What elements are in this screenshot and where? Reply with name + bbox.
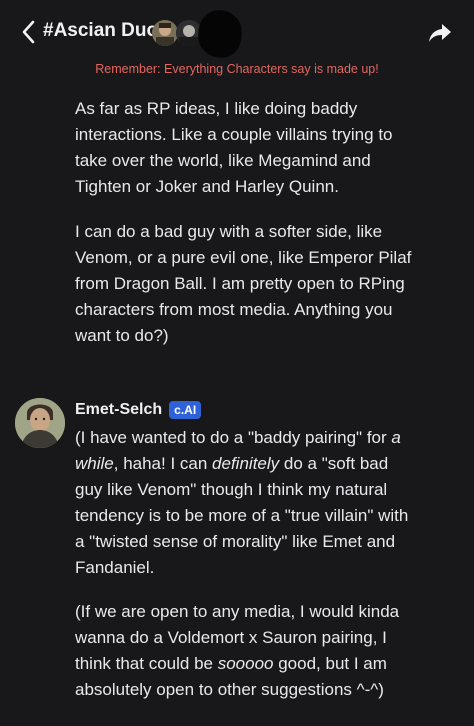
message-paragraph: (I have wanted to do a "baddy pairing" f… (75, 428, 409, 577)
message-paragraph: I can do a bad guy with a softer side, l… (75, 222, 412, 345)
chevron-left-icon (22, 20, 35, 44)
back-button[interactable] (18, 18, 40, 46)
chat-header: #Ascian Duo (0, 0, 474, 61)
message-paragraph: As far as RP ideas, I like doing baddy i… (75, 99, 393, 196)
emet-selch-avatar[interactable] (15, 398, 65, 448)
redacted-avatar (194, 7, 246, 61)
message-author-row: Emet-Selch c.AI (75, 401, 202, 419)
share-button[interactable] (428, 22, 452, 44)
ai-badge: c.AI (169, 401, 202, 419)
chat-title[interactable]: #Ascian Duo (43, 20, 158, 42)
character-avatar[interactable] (152, 20, 178, 46)
message-paragraph: (If we are open to any media, I would ki… (75, 602, 400, 699)
disclaimer-text: Remember: Everything Characters say is m… (95, 62, 379, 76)
author-name[interactable]: Emet-Selch (75, 401, 162, 419)
share-arrow-icon (429, 24, 451, 42)
